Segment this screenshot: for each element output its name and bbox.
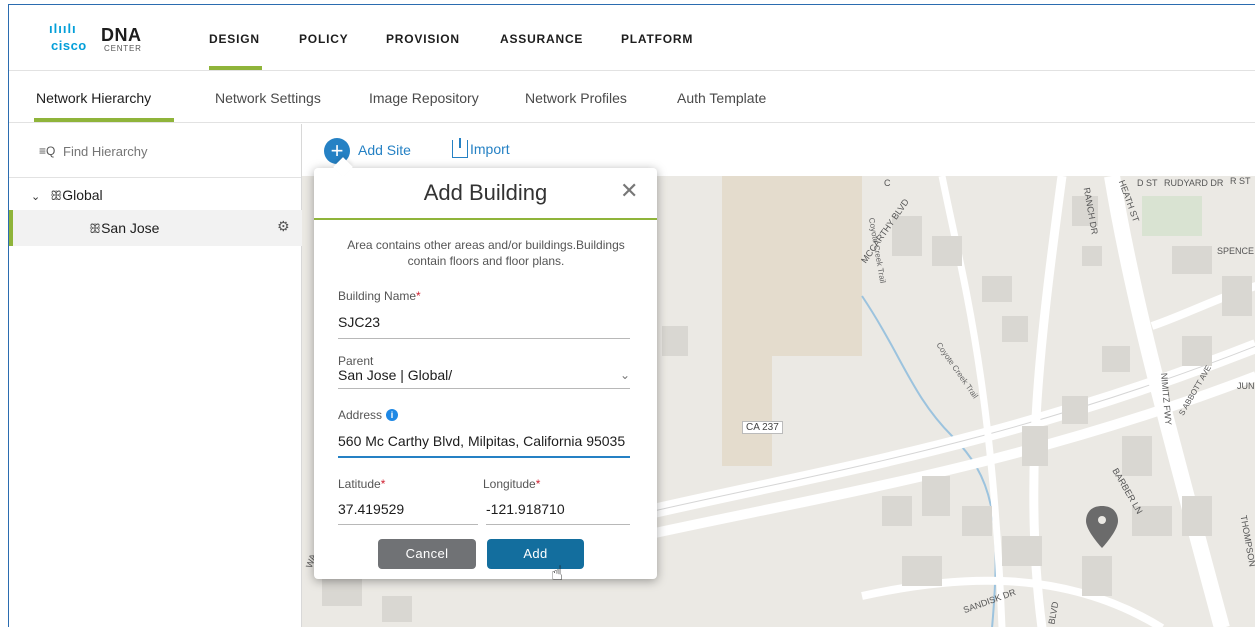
- hierarchy-search: ≡Q: [9, 124, 301, 178]
- map-label: D ST: [1137, 178, 1158, 188]
- chevron-down-icon[interactable]: ⌄: [620, 368, 630, 382]
- nav-assurance[interactable]: ASSURANCE: [500, 32, 583, 46]
- tree-item-label: San Jose: [101, 220, 160, 236]
- tab-network-profiles[interactable]: Network Profiles: [525, 90, 627, 106]
- map-label: C: [884, 178, 891, 188]
- dialog-description: Area contains other areas and/or buildin…: [347, 238, 625, 268]
- site-hierarchy-icon: ꕥ: [50, 188, 63, 203]
- app-window: ılıılı cisco DNA CENTER DESIGN POLICY PR…: [8, 4, 1255, 627]
- info-icon[interactable]: i: [386, 409, 399, 421]
- dialog-title: Add Building: [423, 180, 548, 205]
- latitude-field[interactable]: 37.419529: [338, 501, 404, 517]
- nav-policy[interactable]: POLICY: [299, 32, 348, 46]
- site-hierarchy-icon: ꕥ: [89, 221, 102, 236]
- filter-search-icon[interactable]: ≡Q: [39, 144, 55, 158]
- tree-item-global[interactable]: ⌄ ꕥGlobal: [31, 187, 103, 204]
- subnav-active-indicator: [34, 118, 174, 122]
- logo-product: DNA: [101, 25, 142, 45]
- nav-provision[interactable]: PROVISION: [386, 32, 460, 46]
- tab-network-hierarchy[interactable]: Network Hierarchy: [36, 90, 151, 106]
- gear-icon[interactable]: ⚙: [277, 218, 290, 235]
- cisco-dna-logo[interactable]: ılıılı cisco DNA CENTER: [49, 21, 169, 57]
- close-icon[interactable]: ✕: [620, 178, 638, 204]
- building-name-underline: [338, 338, 630, 339]
- add-building-dialog: Add Building ✕ Area contains other areas…: [314, 157, 657, 579]
- hand-cursor-icon: ☝: [551, 563, 564, 585]
- logo-brand: cisco: [51, 38, 87, 53]
- tree-item-label: Global: [62, 187, 103, 203]
- dialog-divider: [314, 218, 657, 220]
- top-nav: ılıılı cisco DNA CENTER DESIGN POLICY PR…: [9, 5, 1255, 71]
- longitude-underline: [486, 524, 630, 525]
- building-name-field[interactable]: SJC23: [338, 314, 380, 330]
- parent-select[interactable]: San Jose | Global/: [338, 367, 452, 383]
- map-label: JUN: [1237, 381, 1255, 391]
- map-label: R ST: [1230, 176, 1251, 186]
- tab-network-settings[interactable]: Network Settings: [215, 90, 321, 106]
- parent-underline: [338, 388, 630, 389]
- nav-platform[interactable]: PLATFORM: [621, 32, 693, 46]
- longitude-label: Longitude*: [483, 477, 541, 491]
- map-label: CA 237: [742, 421, 783, 434]
- address-underline: [338, 456, 630, 458]
- tab-auth-template[interactable]: Auth Template: [677, 90, 766, 106]
- map-label: SPENCE: [1217, 246, 1255, 256]
- hierarchy-sidebar: ≡Q ⌄ ꕥGlobal ꕥSan Jose ⚙: [9, 124, 302, 627]
- chevron-down-icon[interactable]: ⌄: [31, 191, 40, 203]
- import-button[interactable]: Import: [470, 141, 510, 157]
- hierarchy-search-input[interactable]: [63, 140, 283, 162]
- add-site-button[interactable]: Add Site: [358, 142, 411, 158]
- nav-active-indicator: [209, 66, 262, 70]
- import-icon[interactable]: [452, 138, 468, 158]
- tab-image-repository[interactable]: Image Repository: [369, 90, 479, 106]
- cisco-bars-icon: ılıılı: [49, 21, 77, 36]
- parent-label: Parent: [338, 354, 374, 368]
- cancel-button[interactable]: Cancel: [378, 539, 476, 569]
- sub-nav: Network Hierarchy Network Settings Image…: [9, 72, 1255, 123]
- latitude-label: Latitude*: [338, 477, 386, 491]
- address-field[interactable]: 560 Mc Carthy Blvd, Milpitas, California…: [338, 433, 625, 449]
- add-button[interactable]: Add: [487, 539, 584, 569]
- map-label: RUDYARD DR: [1164, 178, 1224, 188]
- building-name-label: Building Name*: [338, 289, 421, 303]
- longitude-field[interactable]: -121.918710: [486, 501, 565, 517]
- logo-sub: CENTER: [104, 44, 142, 53]
- address-label: Address i: [338, 408, 399, 422]
- latitude-underline: [338, 524, 478, 525]
- nav-design[interactable]: DESIGN: [209, 32, 260, 46]
- tree-item-san-jose[interactable]: ꕥSan Jose ⚙: [9, 210, 302, 246]
